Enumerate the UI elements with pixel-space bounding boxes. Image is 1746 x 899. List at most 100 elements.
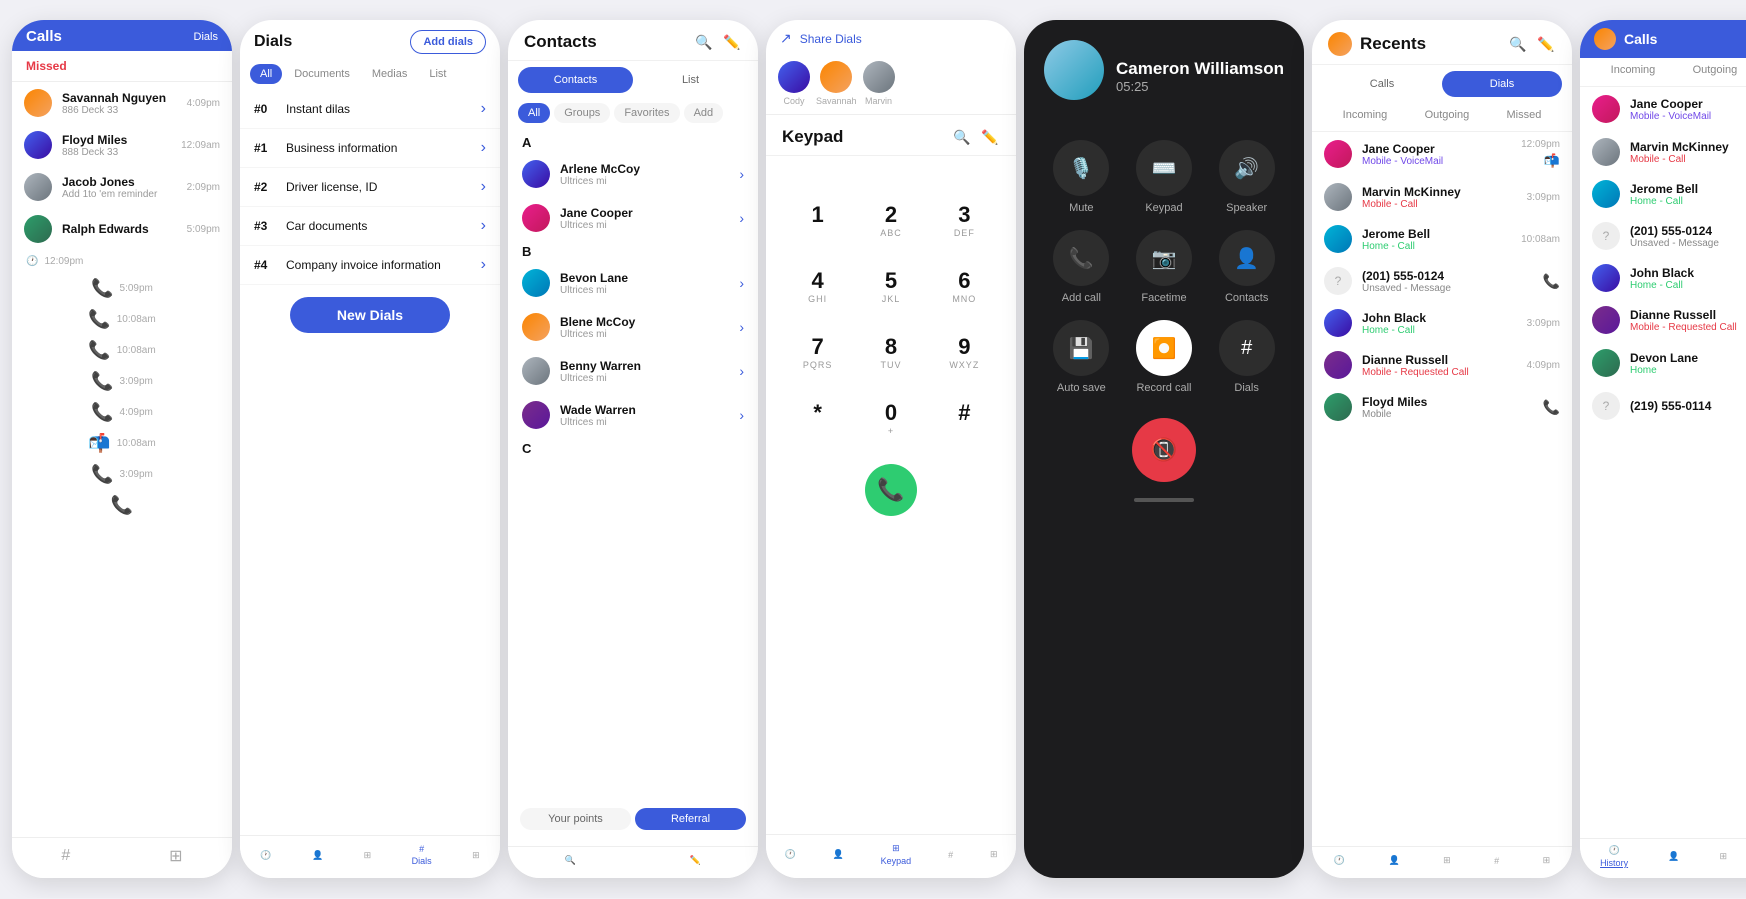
keypad-icon: ⌨️ (1136, 140, 1192, 196)
subtab-incoming[interactable]: Incoming (1607, 62, 1660, 78)
recent-contact[interactable]: Savannah (816, 61, 857, 106)
nav-dials[interactable]: # Dials (412, 844, 432, 866)
facetime-button[interactable]: 📷 Facetime (1131, 230, 1198, 304)
contact-arrow-icon[interactable]: › (739, 407, 744, 423)
keypad-9[interactable]: 9 WXYZ (933, 324, 996, 380)
nav-apps[interactable]: ⊞ (472, 850, 480, 861)
auto-save-button[interactable]: 💾 Auto save (1048, 320, 1115, 394)
search-icon[interactable]: 🔍 (1508, 34, 1528, 54)
keypad-7[interactable]: 7 PQRS (786, 324, 849, 380)
dials-arrow-icon[interactable]: › (481, 217, 486, 235)
recent-contact[interactable]: Marvin (863, 61, 895, 106)
tab-dials[interactable]: Dials (1442, 71, 1562, 97)
filter-list[interactable]: List (419, 64, 456, 84)
nav-history[interactable]: 🕐 History (1600, 845, 1628, 868)
your-points-btn[interactable]: Your points (520, 808, 631, 830)
edit-icon[interactable]: ✏️ (1536, 34, 1556, 54)
contact-arrow-icon[interactable]: › (739, 166, 744, 182)
add-dials-button[interactable]: Add dials (410, 30, 486, 54)
record-button[interactable]: ⏺️ Record call (1131, 320, 1198, 394)
subtab-outgoing[interactable]: Outgoing (1421, 107, 1474, 123)
nav-apps[interactable]: ⊞ (1543, 855, 1551, 866)
keypad-hash[interactable]: # (933, 390, 996, 446)
keypad-8[interactable]: 8 TUV (859, 324, 922, 380)
avatar (820, 61, 852, 93)
nav-search[interactable]: 🔍 (565, 855, 576, 866)
share-label[interactable]: Share Dials (800, 32, 862, 46)
tab-calls[interactable]: Calls (1322, 71, 1442, 97)
edit-icon[interactable]: ✏️ (980, 127, 1000, 147)
nav-grid[interactable]: ⊞ (1443, 855, 1451, 866)
mute-button[interactable]: 🎙️ Mute (1048, 140, 1115, 214)
nav-edit[interactable]: ✏️ (690, 855, 701, 866)
keypad-0[interactable]: 0 + (859, 390, 922, 446)
nav-history[interactable]: 🕐 (1334, 855, 1345, 866)
keypad-3[interactable]: 3 DEF (933, 192, 996, 248)
filter-favorites[interactable]: Favorites (614, 103, 679, 123)
nav-grid[interactable]: ⊞ (1720, 851, 1728, 862)
filter-all[interactable]: All (250, 64, 282, 84)
nav-apps[interactable]: ⊞ (990, 849, 998, 860)
subtab-missed[interactable]: Missed (1503, 107, 1546, 123)
tab-contacts[interactable]: Contacts (518, 67, 633, 93)
dials-arrow-icon[interactable]: › (481, 100, 486, 118)
search-icon[interactable]: 🔍 (952, 127, 972, 147)
keypad-star[interactable]: * (786, 390, 849, 446)
dials-arrow-icon[interactable]: › (481, 256, 486, 274)
phone-icon: 📞 (88, 309, 110, 330)
nav-keypad[interactable]: ⊞ Keypad (881, 843, 912, 866)
subtab-incoming[interactable]: Incoming (1339, 107, 1392, 123)
dials-title: Dials (254, 33, 292, 51)
keypad-call-button[interactable]: 📞 (865, 464, 917, 516)
contact-sub: Ultrices mi (560, 220, 729, 231)
tab-list[interactable]: List (633, 67, 748, 93)
recent-contact[interactable]: Cody (778, 61, 810, 106)
nav-contacts[interactable]: 👤 (1388, 855, 1399, 866)
keypad-4[interactable]: 4 GHI (786, 258, 849, 314)
filter-medias[interactable]: Medias (362, 64, 417, 84)
keypad-6[interactable]: 6 MNO (933, 258, 996, 314)
dials-tab-top[interactable]: Dials (194, 31, 218, 43)
add-call-button[interactable]: 📞 Add call (1048, 230, 1115, 304)
keypad-button[interactable]: ⌨️ Keypad (1131, 140, 1198, 214)
call-name: Marvin McKinney (1630, 140, 1746, 154)
filter-all[interactable]: All (518, 103, 550, 123)
nav-history[interactable]: 🕐 (784, 849, 795, 860)
new-dials-button[interactable]: New Dials (290, 297, 450, 333)
keypad-1[interactable]: 1 (786, 192, 849, 248)
contacts-button[interactable]: 👤 Contacts (1213, 230, 1280, 304)
subtab-outgoing[interactable]: Outgoing (1689, 62, 1742, 78)
contact-arrow-icon[interactable]: › (739, 275, 744, 291)
filter-add[interactable]: Add (684, 103, 724, 123)
contact-mini-name: Cody (783, 96, 804, 106)
speaker-button[interactable]: 🔊 Speaker (1213, 140, 1280, 214)
filter-documents[interactable]: Documents (284, 64, 360, 84)
contact-arrow-icon[interactable]: › (739, 319, 744, 335)
auto-save-icon: 💾 (1053, 320, 1109, 376)
dials-button[interactable]: # Dials (1213, 320, 1280, 394)
dials-arrow-icon[interactable]: › (481, 139, 486, 157)
nav-contacts[interactable]: 👤 (312, 850, 323, 861)
nav-contacts[interactable]: 👤 (1668, 851, 1679, 862)
nav-hash[interactable]: # (1494, 856, 1499, 866)
phone-icon: 📞 (1543, 273, 1560, 290)
nav-hash[interactable]: # (61, 847, 70, 865)
contact-arrow-icon[interactable]: › (739, 210, 744, 226)
edit-icon[interactable]: ✏️ (722, 32, 742, 52)
referral-btn[interactable]: Referral (635, 808, 746, 830)
nav-apps[interactable]: ⊞ (169, 846, 182, 866)
keypad-2[interactable]: 2 ABC (859, 192, 922, 248)
filter-groups[interactable]: Groups (554, 103, 610, 123)
contact-arrow-icon[interactable]: › (739, 363, 744, 379)
contact-wade: Wade Warren Ultrices mi › (508, 393, 758, 437)
dials-arrow-icon[interactable]: › (481, 178, 486, 196)
keypad-5[interactable]: 5 JKL (859, 258, 922, 314)
search-icon[interactable]: 🔍 (694, 32, 714, 52)
phone-number-display[interactable] (766, 156, 1016, 184)
nav-grid[interactable]: ⊞ (364, 850, 372, 861)
nav-hash[interactable]: # (948, 850, 953, 860)
nav-history[interactable]: 🕐 (260, 850, 271, 861)
missed-tab[interactable]: Missed (26, 59, 67, 73)
end-call-button[interactable]: 📵 (1132, 418, 1196, 482)
nav-contacts[interactable]: 👤 (833, 849, 844, 860)
